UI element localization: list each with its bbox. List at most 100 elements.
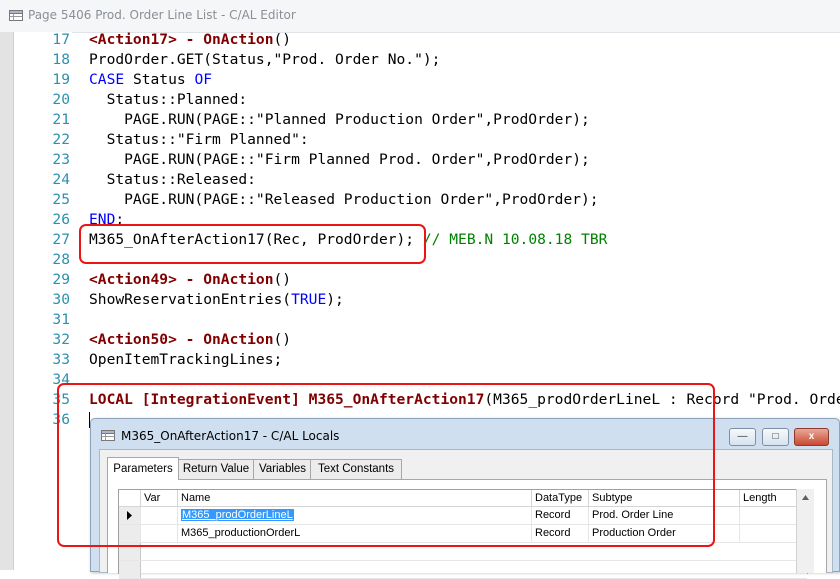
selected-name-text[interactable]: M365_prodOrderLineL [181, 509, 294, 521]
line-number: 25 [52, 191, 70, 208]
code-line[interactable]: 17 <Action17> - OnAction() [0, 30, 840, 50]
code-line[interactable]: 26 END; [0, 210, 840, 230]
code-text[interactable]: <Action17> - OnAction() [89, 30, 291, 50]
row-selector[interactable] [119, 525, 141, 542]
line-number: 19 [52, 71, 70, 88]
column-header-subtype[interactable]: Subtype [588, 490, 740, 506]
column-header-var[interactable]: Var [140, 490, 177, 506]
code-line[interactable]: 21 PAGE.RUN(PAGE::"Planned Production Or… [0, 110, 840, 130]
code-text[interactable]: Status::Planned: [89, 90, 248, 110]
code-line[interactable]: 22 Status::"Firm Planned": [0, 130, 840, 150]
line-number: 20 [52, 91, 70, 108]
code-line[interactable]: 27 M365_OnAfterAction17(Rec, ProdOrder); … [0, 230, 840, 250]
code-text[interactable]: ProdOrder.GET(Status,"Prod. Order No."); [89, 50, 440, 70]
tab-parameters[interactable]: Parameters [107, 457, 179, 480]
column-header-length[interactable]: Length [739, 490, 803, 506]
code-token: ShowReservationEntries( [89, 291, 292, 308]
code-token: M365_OnAfterAction17(Rec, ProdOrder); [89, 231, 415, 248]
cell-datatype[interactable]: Record [531, 507, 589, 524]
code-token: <Action50> - OnAction [89, 331, 274, 348]
table-row[interactable]: M365_prodOrderLineL Record Prod. Order L… [119, 507, 807, 525]
code-text[interactable]: ShowReservationEntries(TRUE); [89, 290, 344, 310]
code-token: PAGE.RUN(PAGE::"Firm Planned Prod. Order… [89, 151, 590, 168]
cell-datatype[interactable]: Record [531, 525, 589, 542]
code-line[interactable]: 18 ProdOrder.GET(Status,"Prod. Order No."… [0, 50, 840, 70]
code-line[interactable]: 35 LOCAL [IntegrationEvent] M365_OnAfterA… [0, 390, 840, 410]
line-number: 31 [52, 311, 70, 328]
dialog-title: M365_OnAfterAction17 - C/AL Locals [121, 429, 340, 443]
cell-subtype[interactable]: Prod. Order Line [588, 507, 740, 524]
cell-length[interactable] [739, 507, 803, 524]
parameters-grid[interactable]: Var Name DataType Subtype Length M365_pr… [118, 489, 808, 579]
code-token: Status::Planned: [89, 91, 248, 108]
line-number: 23 [52, 151, 70, 168]
code-text[interactable]: M365_OnAfterAction17(Rec, ProdOrder); //… [89, 230, 607, 250]
line-number: 32 [52, 331, 70, 348]
column-header-datatype[interactable]: DataType [531, 490, 589, 506]
grid-vertical-scrollbar[interactable] [796, 489, 814, 573]
scroll-up-arrow-icon[interactable] [797, 489, 814, 506]
cell-length[interactable] [739, 525, 803, 542]
code-line[interactable]: 20 Status::Planned: [0, 90, 840, 110]
column-header-name[interactable]: Name [177, 490, 531, 506]
code-text[interactable]: LOCAL [IntegrationEvent] M365_OnAfterAct… [89, 390, 840, 410]
line-number: 27 [52, 231, 70, 248]
code-token: ); [326, 291, 344, 308]
code-text[interactable]: <Action50> - OnAction() [89, 330, 291, 350]
code-line[interactable]: 19 CASE Status OF [0, 70, 840, 90]
code-text[interactable]: PAGE.RUN(PAGE::"Planned Production Order… [89, 110, 590, 130]
line-number: 26 [52, 211, 70, 228]
row-selector[interactable] [119, 507, 141, 524]
parameters-panel: Var Name DataType Subtype Length M365_pr… [107, 479, 827, 579]
code-text[interactable]: <Action49> - OnAction() [89, 270, 291, 290]
code-token: LOCAL [IntegrationEvent] M365_OnAfterAct… [89, 391, 485, 408]
code-text[interactable]: END; [89, 210, 124, 230]
code-line[interactable]: 28 [0, 250, 840, 270]
code-text[interactable]: PAGE.RUN(PAGE::"Released Production Orde… [89, 190, 598, 210]
code-text[interactable]: CASE Status OF [89, 70, 212, 90]
locals-dialog[interactable]: M365_OnAfterAction17 - C/AL Locals — □ x… [90, 418, 840, 579]
code-line[interactable]: 25 PAGE.RUN(PAGE::"Released Production O… [0, 190, 840, 210]
cell-name[interactable]: M365_productionOrderL [177, 525, 531, 542]
code-line[interactable]: 33 OpenItemTrackingLines; [0, 350, 840, 370]
code-token: TRUE [291, 291, 327, 308]
row-selector[interactable] [119, 543, 141, 560]
code-line[interactable]: 23 PAGE.RUN(PAGE::"Firm Planned Prod. Or… [0, 150, 840, 170]
table-row-empty[interactable] [119, 543, 807, 561]
code-token: ProdOrder.GET(Status,"Prod. Order No."); [89, 51, 441, 68]
cell-name[interactable]: M365_prodOrderLineL [177, 507, 531, 524]
dialog-body: Parameters Return Value Variables Text C… [99, 449, 833, 579]
minimize-button[interactable]: — [729, 428, 756, 446]
code-token: () [273, 31, 292, 48]
code-line[interactable]: 34 [0, 370, 840, 390]
code-token: Status::"Firm Planned": [89, 131, 309, 148]
cell-var[interactable] [140, 525, 177, 542]
code-text[interactable]: Status::"Firm Planned": [89, 130, 309, 150]
current-row-arrow-icon [127, 511, 132, 520]
line-number: 35 [52, 391, 70, 408]
code-token: // MEB.N 10.08.18 TBR [422, 231, 608, 248]
line-number: 36 [52, 411, 70, 428]
table-row-empty[interactable] [119, 561, 807, 579]
code-line[interactable]: 31 [0, 310, 840, 330]
line-number: 28 [52, 251, 70, 268]
code-line[interactable]: 32 <Action50> - OnAction() [0, 330, 840, 350]
tab-text-constants[interactable]: Text Constants [310, 459, 402, 479]
code-line[interactable]: 24 Status::Released: [0, 170, 840, 190]
grid-header: Var Name DataType Subtype Length [119, 490, 807, 507]
tab-return-value[interactable]: Return Value [177, 459, 255, 479]
dialog-titlebar[interactable]: M365_OnAfterAction17 - C/AL Locals — □ x [91, 419, 839, 449]
code-line[interactable]: 30 ShowReservationEntries(TRUE); [0, 290, 840, 310]
table-row[interactable]: M365_productionOrderL Record Production … [119, 525, 807, 543]
cell-subtype[interactable]: Production Order [588, 525, 740, 542]
tab-variables[interactable]: Variables [253, 459, 312, 479]
close-button[interactable]: x [794, 428, 829, 446]
maximize-button[interactable]: □ [762, 428, 789, 446]
code-text[interactable]: OpenItemTrackingLines; [89, 350, 282, 370]
code-text[interactable]: PAGE.RUN(PAGE::"Firm Planned Prod. Order… [89, 150, 590, 170]
cell-var[interactable] [140, 507, 177, 524]
code-token: (M365_prodOrderLineL : Record "Prod. Ord… [484, 391, 840, 408]
code-text[interactable]: Status::Released: [89, 170, 256, 190]
code-line[interactable]: 29 <Action49> - OnAction() [0, 270, 840, 290]
code-token: CASE [89, 71, 125, 88]
